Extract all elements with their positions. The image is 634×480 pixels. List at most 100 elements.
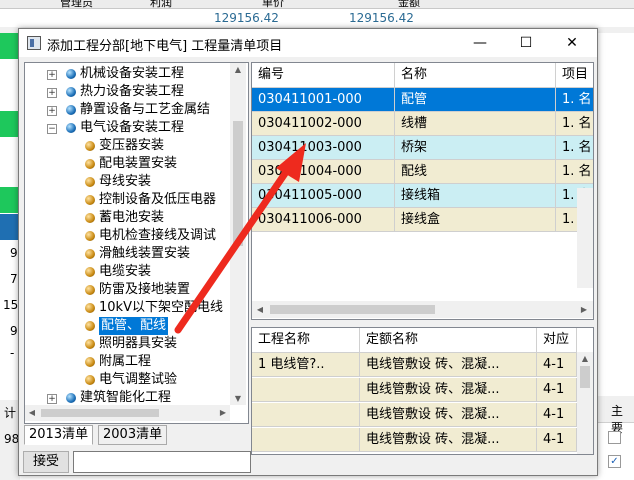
tree-item[interactable]: + 机械设备安装工程 — [25, 65, 230, 83]
green-strip — [0, 111, 20, 137]
column-header-feature[interactable]: 项目 — [556, 63, 593, 87]
scroll-thumb[interactable] — [270, 305, 435, 314]
grid-vertical-scrollbar[interactable] — [577, 188, 593, 288]
table-row[interactable]: 030411003-000 桥架 1. 名 — [252, 136, 593, 160]
scroll-down-arrow-icon[interactable]: ▼ — [230, 394, 246, 403]
cell-code: 030411004-000 — [252, 160, 395, 183]
tree-item-label: 附属工程 — [99, 354, 152, 369]
table-row[interactable]: 电线管敷设 砖、混凝... 4-1 — [252, 378, 593, 402]
table-row[interactable]: 030411001-000 配管 1. 名 — [252, 88, 593, 112]
checkbox[interactable] — [608, 431, 621, 444]
tree-item[interactable]: 蓄电池安装 — [25, 209, 230, 227]
item-ball-icon — [85, 303, 95, 313]
grid-horizontal-scrollbar[interactable]: ◀ ▶ — [252, 301, 593, 318]
table-row[interactable]: 030411002-000 线槽 1. 名 — [252, 112, 593, 136]
bg-fragment: - — [10, 346, 15, 360]
tree-item[interactable]: 配电装置安装 — [25, 155, 230, 173]
tree-item[interactable]: 照明器具安装 — [25, 335, 230, 353]
tree-item[interactable]: 配管、配线 — [25, 317, 230, 335]
scroll-thumb[interactable] — [41, 409, 159, 417]
quota-grid[interactable]: 工程名称 定额名称 对应 1 电线管?.. 电线管敷设 砖、混凝... 4-1 电线管… — [251, 327, 594, 455]
tree-item[interactable]: 10kV以下架空配电线 — [25, 299, 230, 317]
column-header-name[interactable]: 名称 — [395, 63, 556, 87]
item-ball-icon — [85, 339, 95, 349]
table-row[interactable]: 1 电线管?.. 电线管敷设 砖、混凝... 4-1 — [252, 353, 593, 377]
column-header-project[interactable]: 工程名称 — [252, 328, 360, 352]
tree-item-label: 电缆安装 — [99, 264, 152, 279]
scroll-thumb[interactable] — [580, 366, 590, 388]
tree-item-label: 机械设备安装工程 — [80, 66, 185, 81]
table-row[interactable]: 030411005-000接线箱1. 名 — [252, 184, 593, 208]
item-ball-icon — [85, 213, 95, 223]
collapse-minus-icon[interactable]: − — [47, 124, 57, 134]
cell-corr: 4-1 — [537, 428, 577, 451]
tree-item[interactable]: 控制设备及低压电器 — [25, 191, 230, 209]
tree-item[interactable]: 电缆安装 — [25, 263, 230, 281]
bg-fragment: 9 — [10, 246, 18, 260]
minimize-button[interactable]: — — [457, 29, 503, 57]
tab-2003-bill[interactable]: 2003清单 — [98, 425, 168, 445]
cell-quota: 电线管敷设 砖、混凝... — [360, 378, 537, 401]
bg-header-col: 金额 — [398, 0, 420, 9]
expand-plus-icon[interactable]: + — [47, 394, 57, 404]
table-row[interactable]: 电线管敷设 砖、混凝... 4-1 — [252, 403, 593, 427]
item-ball-icon — [85, 231, 95, 241]
item-ball-icon — [85, 375, 95, 385]
accept-button[interactable]: 接受 — [23, 451, 69, 473]
tree-vertical-scrollbar[interactable]: ▲ ▼ — [230, 63, 246, 405]
expand-plus-icon[interactable]: + — [47, 88, 57, 98]
item-ball-icon — [85, 177, 95, 187]
accept-input[interactable] — [73, 451, 251, 473]
cell-quota: 电线管敷设 砖、混凝... — [360, 353, 537, 376]
tree-item[interactable]: 电机检查接线及调试 — [25, 227, 230, 245]
tree-item[interactable]: 变压器安装 — [25, 137, 230, 155]
column-header-code[interactable]: 编号 — [252, 63, 395, 87]
tree-horizontal-scrollbar[interactable]: ◀ ▶ — [25, 405, 230, 421]
cell-quota: 电线管敷设 砖、混凝... — [360, 428, 537, 451]
scroll-up-arrow-icon[interactable]: ▲ — [230, 65, 246, 74]
tab-2013-bill[interactable]: 2013清单 — [24, 425, 94, 445]
cell-corr: 4-1 — [537, 403, 577, 426]
cell-code: 030411005-000 — [252, 184, 395, 207]
item-ball-icon — [85, 321, 95, 331]
tree-item[interactable]: 滑触线装置安装 — [25, 245, 230, 263]
tree-item[interactable]: 附属工程 — [25, 353, 230, 371]
category-tree[interactable]: + 机械设备安装工程 + 热力设备安装工程 + 静置设备与工艺金属结 − 电气设备安装工程 变压… — [24, 62, 249, 424]
tree-item[interactable]: − 电气设备安装工程 — [25, 119, 230, 137]
scroll-left-arrow-icon[interactable]: ◀ — [255, 305, 265, 314]
tree-item[interactable]: 防雷及接地装置 — [25, 281, 230, 299]
item-ball-icon — [85, 267, 95, 277]
blue-strip — [0, 214, 20, 240]
scroll-right-arrow-icon[interactable]: ▶ — [218, 408, 228, 417]
tree-item[interactable]: + 静置设备与工艺金属结 — [25, 101, 230, 119]
scroll-right-arrow-icon[interactable]: ▶ — [579, 305, 589, 314]
scroll-up-arrow-icon[interactable]: ▲ — [577, 354, 593, 363]
expand-plus-icon[interactable]: + — [47, 106, 57, 116]
table-row[interactable]: 030411006-000接线盒1. 名 — [252, 208, 593, 232]
scroll-thumb[interactable] — [233, 121, 243, 246]
tree-item[interactable]: + 热力设备安装工程 — [25, 83, 230, 101]
tree-item[interactable]: 电气调整试验 — [25, 371, 230, 389]
bg-fragment: 7 — [10, 272, 18, 286]
tree-item[interactable]: 母线安装 — [25, 173, 230, 191]
background-header: 管理员 利润 单价 金额 — [0, 0, 634, 9]
column-header-quota[interactable]: 定额名称 — [360, 328, 537, 352]
table-row[interactable]: 电线管敷设 砖、混凝... 4-1 — [252, 428, 593, 452]
title-bar[interactable]: 添加工程分部[地下电气] 工程量清单项目 — ☐ ✕ — [19, 29, 597, 57]
cell-name: 配线 — [395, 160, 556, 183]
table-row[interactable]: 030411004-000 配线 1. 名 — [252, 160, 593, 184]
tree-item-label: 滑触线装置安装 — [99, 246, 191, 261]
bg-header-col: 利润 — [150, 0, 172, 9]
cell-feature: 1. 名 — [556, 160, 593, 183]
grid-vertical-scrollbar[interactable]: ▲ — [577, 352, 593, 454]
close-button[interactable]: ✕ — [549, 29, 595, 57]
bg-fragment: 98 — [4, 432, 20, 446]
scroll-left-arrow-icon[interactable]: ◀ — [27, 408, 37, 417]
checkbox-checked[interactable]: ✓ — [608, 455, 621, 468]
app-icon — [27, 36, 41, 50]
maximize-button[interactable]: ☐ — [503, 29, 549, 57]
expand-plus-icon[interactable]: + — [47, 70, 57, 80]
folder-ball-icon — [66, 105, 76, 115]
column-header-corresponding[interactable]: 对应 — [537, 328, 577, 352]
bill-item-grid[interactable]: 编号 名称 项目 030411001-000 配管 1. 名 030411002-00… — [251, 62, 594, 320]
